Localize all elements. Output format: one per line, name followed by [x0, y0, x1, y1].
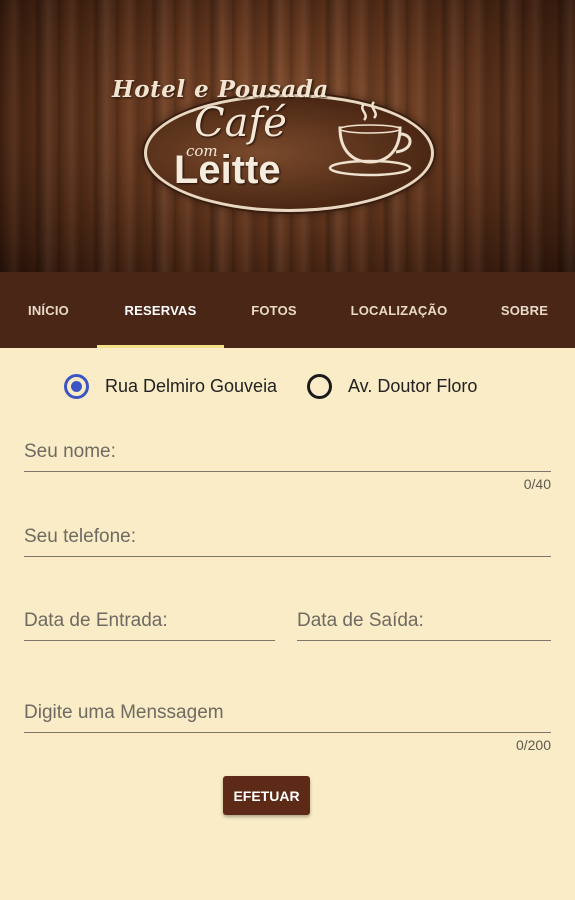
tab-reservas[interactable]: RESERVAS	[97, 272, 224, 348]
tab-label: RESERVAS	[124, 302, 197, 318]
logo-cafe-text: Café	[194, 100, 287, 146]
tab-label: INÍCIO	[28, 302, 69, 318]
checkout-field-label: Data de Saída:	[297, 610, 424, 631]
phone-field-label: Seu telefone:	[24, 526, 136, 547]
logo-com-text: com	[186, 142, 218, 160]
radio-unchecked-icon[interactable]	[307, 374, 332, 399]
checkout-date-field[interactable]: Data de Saída:	[297, 597, 551, 641]
message-char-counter: 0/200	[515, 737, 551, 753]
tab-sobre[interactable]: SOBRE	[474, 272, 575, 348]
tab-label: FOTOS	[251, 302, 297, 318]
checkin-field-label: Data de Entrada:	[24, 610, 168, 631]
location-radio-floro[interactable]: Av. Doutor Floro	[307, 374, 477, 399]
tab-label: SOBRE	[500, 302, 549, 318]
tab-inicio[interactable]: INÍCIO	[0, 272, 97, 348]
checkin-date-field[interactable]: Data de Entrada:	[24, 597, 275, 641]
tab-fotos[interactable]: FOTOS	[224, 272, 324, 348]
phone-field[interactable]: Seu telefone:	[24, 513, 551, 557]
name-field-label: Seu nome:	[24, 441, 116, 462]
tab-label: LOCALIZAÇÃO	[350, 302, 448, 318]
message-field[interactable]: Digite uma Menssagem	[24, 689, 551, 733]
radio-label: Av. Doutor Floro	[348, 376, 478, 396]
name-field[interactable]: Seu nome:	[24, 428, 551, 472]
header-banner: Hotel e Pousada Café Leitte com	[0, 0, 575, 272]
tab-bar: INÍCIO RESERVAS FOTOS LOCALIZAÇÃO SOBRE	[0, 272, 575, 348]
message-field-label: Digite uma Menssagem	[24, 702, 224, 723]
submit-button[interactable]: EFETUAR	[223, 776, 310, 815]
radio-checked-icon[interactable]	[64, 374, 89, 399]
radio-label: Rua Delmiro Gouveia	[105, 376, 278, 396]
name-char-counter: 0/40	[523, 476, 551, 492]
tab-localizacao[interactable]: LOCALIZAÇÃO	[324, 272, 474, 348]
logo-hotel-text: Hotel e Pousada	[112, 76, 329, 103]
hotel-logo: Hotel e Pousada Café Leitte com	[108, 70, 438, 215]
location-radio-delmiro[interactable]: Rua Delmiro Gouveia	[64, 374, 277, 399]
coffee-cup-icon	[328, 101, 412, 177]
